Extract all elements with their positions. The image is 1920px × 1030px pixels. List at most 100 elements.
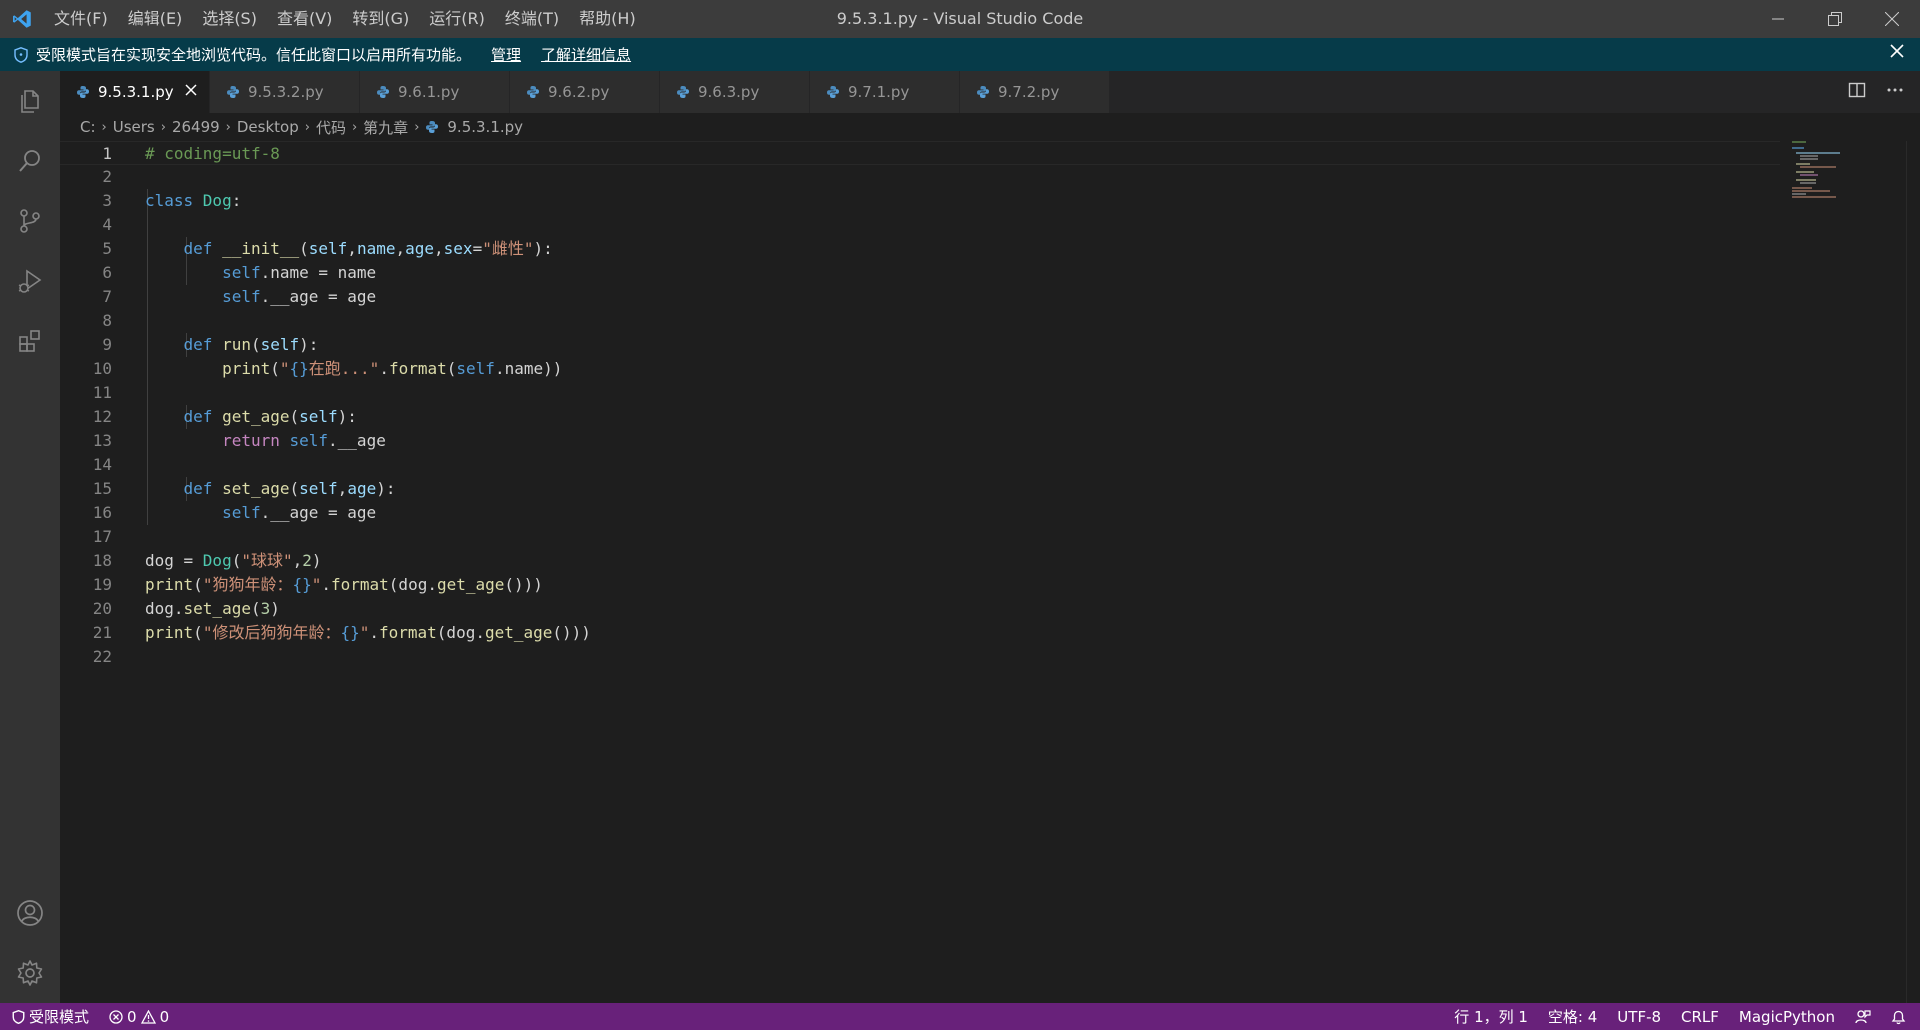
line-number: 14 <box>92 455 112 474</box>
language-mode-status[interactable]: MagicPython <box>1729 1003 1845 1030</box>
code-token: get_age <box>484 623 553 642</box>
manage-link[interactable]: 管理 <box>491 44 521 65</box>
code-line[interactable]: 22 <box>60 645 1780 669</box>
learn-more-link[interactable]: 了解详细信息 <box>541 44 631 65</box>
menu-item[interactable]: 文件(F) <box>44 0 118 38</box>
code-line[interactable]: 1 # coding=utf-8 <box>60 141 1780 165</box>
menu-bar: 文件(F) 编辑(E) 选择(S) 查看(V) 转到(G) 运行(R) 终端(T) 帮助(H) <box>44 0 646 38</box>
code-line[interactable]: 9 def run(self): <box>60 333 1780 357</box>
banner-close-button[interactable] <box>1890 44 1904 62</box>
code-line[interactable]: 14 <box>60 453 1780 477</box>
restricted-mode-status[interactable]: 受限模式 <box>0 1003 100 1030</box>
code-token: age <box>347 479 377 498</box>
breadcrumb-item[interactable]: Desktop <box>237 118 299 136</box>
line-number: 17 <box>92 527 112 546</box>
explorer-button[interactable] <box>0 71 60 131</box>
editor-tab[interactable]: 9.5.3.1.py <box>60 71 210 113</box>
breadcrumb-item[interactable]: 第九章 <box>363 117 408 138</box>
line-code: def get_age(self): <box>145 405 357 429</box>
code-line[interactable]: 12 def get_age(self): <box>60 405 1780 429</box>
breadcrumb-item[interactable]: 26499 <box>172 118 220 136</box>
code-line[interactable]: 16 self.__age = age <box>60 501 1780 525</box>
code-line[interactable]: 19 print("狗狗年龄：{}".format(dog.get_age())) <box>60 573 1780 597</box>
chevron-right-icon: › <box>160 119 166 135</box>
code-token: ): <box>376 479 396 498</box>
line-code: self.__age = age <box>145 501 376 525</box>
notifications-button[interactable] <box>1881 1003 1920 1030</box>
vscode-logo-icon[interactable] <box>0 0 44 38</box>
code-token: ())) <box>552 623 591 642</box>
code-line[interactable]: 20 dog.set_age(3) <box>60 597 1780 621</box>
editor-tab[interactable]: 9.5.3.2.py <box>210 71 360 113</box>
bell-icon <box>1891 1010 1906 1024</box>
code-line[interactable]: 2 <box>60 165 1780 189</box>
search-icon <box>19 150 40 172</box>
code-line[interactable]: 5 def __init__(self,name,age,sex="雌性"): <box>60 237 1780 261</box>
breadcrumb-item[interactable]: C: <box>80 118 96 136</box>
run-debug-button[interactable] <box>0 251 60 311</box>
code-token: , <box>434 239 444 258</box>
code-line[interactable]: 18 dog = Dog("球球",2) <box>60 549 1780 573</box>
problems-status[interactable]: 0 0 <box>99 1003 179 1030</box>
code-line[interactable]: 13 return self.__age <box>60 429 1780 453</box>
settings-button[interactable] <box>0 943 60 1003</box>
restore-button[interactable] <box>1806 0 1863 38</box>
feedback-button[interactable] <box>1845 1003 1881 1030</box>
menu-item[interactable]: 选择(S) <box>192 0 267 38</box>
code-line[interactable]: 10 print("{}在跑...".format(self.name)) <box>60 357 1780 381</box>
eol-status[interactable]: CRLF <box>1671 1003 1729 1030</box>
code-line[interactable]: 8 <box>60 309 1780 333</box>
search-button[interactable] <box>0 131 60 191</box>
tab-close-button[interactable] <box>183 82 199 98</box>
code-line[interactable]: 15 def set_age(self,age): <box>60 477 1780 501</box>
code-line[interactable]: 4 <box>60 213 1780 237</box>
menu-item[interactable]: 运行(R) <box>419 0 495 38</box>
extensions-button[interactable] <box>0 311 60 371</box>
code-token: format <box>388 359 447 378</box>
code-token: def <box>183 479 223 498</box>
indentation-status[interactable]: 空格: 4 <box>1538 1003 1607 1030</box>
breadcrumb-item[interactable]: 9.5.3.1.py <box>447 118 523 136</box>
minimize-button[interactable] <box>1749 0 1806 38</box>
editor-tab[interactable]: 9.6.3.py <box>660 71 810 113</box>
close-window-button[interactable] <box>1863 0 1920 38</box>
code-line[interactable]: 21 print("修改后狗狗年龄：{}".format(dog.get_age(… <box>60 621 1780 645</box>
code-line[interactable]: 6 self.name = name <box>60 261 1780 285</box>
editor-tab[interactable]: 9.7.1.py <box>810 71 960 113</box>
code-line[interactable]: 7 self.__age = age <box>60 285 1780 309</box>
code-token: "修改后狗狗年龄： <box>202 623 341 642</box>
menu-item[interactable]: 编辑(E) <box>118 0 193 38</box>
code-editor[interactable]: 1 # coding=utf-8 2 3 class Dog: 4 5 def __init… <box>60 141 1920 1003</box>
line-code: def set_age(self,age): <box>145 477 396 501</box>
editor-tab[interactable]: 9.6.1.py <box>360 71 510 113</box>
source-control-button[interactable] <box>0 191 60 251</box>
editor-tab[interactable]: 9.6.2.py <box>510 71 660 113</box>
encoding-status[interactable]: UTF-8 <box>1607 1003 1671 1030</box>
cursor-position-status[interactable]: 行 1，列 1 <box>1444 1003 1538 1030</box>
minimap[interactable] <box>1790 141 1860 201</box>
code-token: ) <box>270 599 280 618</box>
split-editor-button[interactable] <box>1848 81 1866 103</box>
tab-label: 9.6.2.py <box>548 83 610 101</box>
more-actions-button[interactable] <box>1886 81 1904 103</box>
code-token: self <box>260 335 300 354</box>
breadcrumb-item[interactable]: 代码 <box>316 117 346 138</box>
editor-tab[interactable]: 9.7.2.py <box>960 71 1110 113</box>
line-code: print("修改后狗狗年龄：{}".format(dog.get_age())… <box>145 621 591 645</box>
warning-icon <box>140 1009 156 1024</box>
breadcrumb-item[interactable]: Users <box>113 118 155 136</box>
code-token: def <box>183 407 223 426</box>
account-button[interactable] <box>0 883 60 943</box>
menu-item[interactable]: 终端(T) <box>495 0 569 38</box>
menu-item[interactable]: 帮助(H) <box>569 0 646 38</box>
menu-item[interactable]: 查看(V) <box>267 0 342 38</box>
code-line[interactable]: 11 <box>60 381 1780 405</box>
code-line[interactable]: 3 class Dog: <box>60 189 1780 213</box>
line-code: self.__age = age <box>145 285 376 309</box>
menu-item[interactable]: 转到(G) <box>342 0 419 38</box>
code-line[interactable]: 17 <box>60 525 1780 549</box>
code-token: print <box>222 359 271 378</box>
line-number: 12 <box>92 407 112 426</box>
vertical-scrollbar[interactable] <box>1906 141 1920 1003</box>
